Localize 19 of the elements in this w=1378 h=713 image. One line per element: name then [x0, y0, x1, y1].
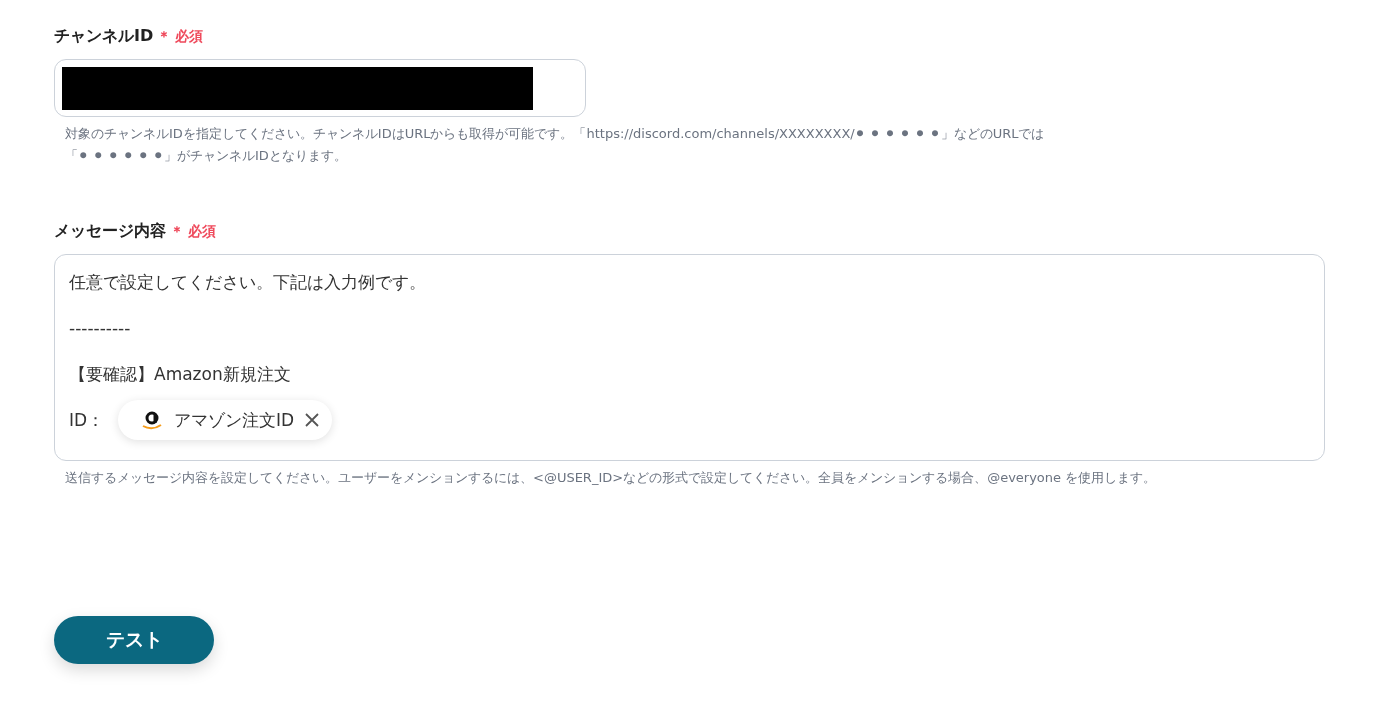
field-label: メッセージ内容 — [54, 221, 166, 242]
required-mark: ＊ — [157, 27, 172, 46]
help-text: 送信するメッセージ内容を設定してください。ユーザーをメンションするには、<@USER_ID>などの形式で設定してください。全員をメンションする場合、@everyone を使用します。 — [65, 469, 1158, 487]
close-icon[interactable] — [304, 412, 321, 428]
message-line: 【要確認】Amazon新規注文 — [69, 362, 291, 386]
help-text: 「⚫ ⚫ ⚫ ⚫ ⚫ ⚫」がチャンネルIDとなります。 — [65, 147, 348, 165]
channel-id-field[interactable] — [54, 59, 586, 117]
message-field[interactable]: 任意で設定してください。下記は入力例です。 ---------- 【要確認】Amazon新規注文 ID： アマゾン注文ID — [54, 254, 1325, 461]
message-line: ---------- — [69, 318, 131, 338]
required-mark: ＊ — [170, 222, 184, 241]
message-line: ID： — [69, 408, 105, 432]
variable-chip[interactable]: アマゾン注文ID — [118, 400, 333, 440]
test-button[interactable]: テスト — [54, 616, 214, 664]
message-line: 任意で設定してください。下記は入力例です。 — [69, 270, 426, 294]
chip-label: アマゾン注文ID — [174, 408, 295, 432]
required-text: 必須 — [175, 27, 204, 46]
help-text: 対象のチャンネルIDを指定してください。チャンネルIDはURLからも取得が可能です。「https://discord.com/channels/XXXXXXXX/⚫ ⚫ ⚫ ⚫ ⚫ ⚫」などのURLでは — [65, 125, 1046, 143]
required-text: 必須 — [188, 222, 216, 241]
field-label: チャンネルID — [54, 26, 154, 47]
